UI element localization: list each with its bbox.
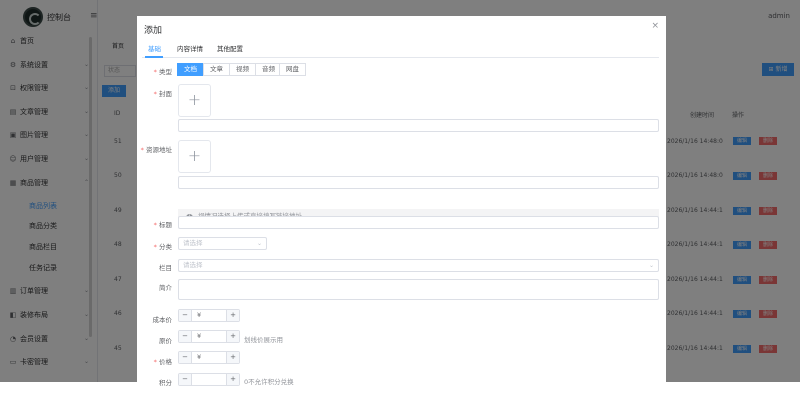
category-select[interactable]: 请选择 ⌄	[178, 237, 267, 250]
points-stepper[interactable]: − +	[178, 373, 240, 386]
column-placeholder: 请选择	[183, 261, 203, 269]
points-note: 0不允许积分兑换	[244, 378, 294, 386]
minus-icon[interactable]: −	[179, 374, 192, 385]
chevron-down-icon: ⌄	[648, 262, 654, 269]
cover-label: * 封面	[153, 90, 172, 98]
minus-icon[interactable]: −	[179, 352, 192, 363]
category-placeholder: 请选择	[183, 239, 203, 247]
plus-icon[interactable]: +	[226, 352, 239, 363]
chevron-down-icon: ⌄	[256, 240, 262, 247]
cost-stepper[interactable]: − ¥ +	[178, 309, 240, 322]
type-option-article[interactable]: 文章	[203, 63, 230, 76]
type-label: * 类型	[153, 68, 172, 76]
cover-upload[interactable]: +	[178, 84, 211, 117]
title-label: * 标题	[153, 221, 172, 229]
tab-indicator	[145, 56, 163, 58]
resource-label: * 资源地址	[140, 146, 172, 154]
price-label: * 价格	[153, 358, 172, 366]
resource-label-text: 资源地址	[146, 146, 172, 154]
points-label-text: 积分	[159, 379, 172, 387]
price-label-text: 价格	[159, 358, 172, 366]
original-label: 原价	[137, 335, 172, 345]
original-note: 划线价展示用	[244, 336, 283, 344]
original-label-text: 原价	[159, 337, 172, 345]
type-option-audio[interactable]: 音频	[255, 63, 282, 76]
price-stepper[interactable]: − ¥ +	[178, 351, 240, 364]
category-label: * 分类	[153, 243, 172, 251]
close-icon[interactable]: ×	[651, 21, 659, 31]
type-label-text: 类型	[159, 68, 172, 76]
plus-icon: +	[187, 90, 202, 109]
currency-symbol: ¥	[197, 311, 202, 319]
cover-label-text: 封面	[159, 90, 172, 98]
currency-symbol: ¥	[197, 353, 202, 361]
points-label: 积分	[137, 377, 172, 387]
currency-symbol: ¥	[197, 332, 202, 340]
minus-icon[interactable]: −	[179, 331, 192, 342]
resource-url-input[interactable]	[178, 176, 659, 189]
title-label-text: 标题	[159, 221, 172, 229]
plus-icon[interactable]: +	[226, 374, 239, 385]
intro-label: 简介	[137, 282, 172, 292]
cost-label-text: 成本价	[152, 316, 173, 324]
original-stepper[interactable]: − ¥ +	[178, 330, 240, 343]
minus-icon[interactable]: −	[179, 310, 192, 321]
type-option-video[interactable]: 视频	[229, 63, 256, 76]
cost-label: 成本价	[137, 314, 173, 324]
tab-basic[interactable]: 基础	[148, 44, 161, 54]
tab-other[interactable]: 其他配置	[217, 44, 243, 54]
type-option-doc[interactable]: 文档	[177, 63, 204, 76]
plus-icon: +	[187, 146, 202, 165]
intro-label-text: 简介	[159, 284, 172, 292]
plus-icon[interactable]: +	[226, 310, 239, 321]
add-dialog: 添加 × 基础 内容详情 其他配置 * 类型 文档 文章 视频 音频 网盘 * …	[137, 16, 666, 396]
category-label-text: 分类	[159, 243, 172, 251]
resource-upload[interactable]: +	[178, 140, 211, 173]
plus-icon[interactable]: +	[226, 331, 239, 342]
column-label-text: 栏目	[159, 264, 172, 272]
dialog-tabs: 基础 内容详情 其他配置	[142, 44, 659, 58]
dialog-title: 添加	[144, 26, 163, 36]
cover-url-input[interactable]	[178, 119, 659, 132]
column-select[interactable]: 请选择 ⌄	[178, 259, 659, 272]
tab-content[interactable]: 内容详情	[177, 44, 203, 54]
column-label: 栏目	[137, 262, 172, 272]
type-option-disk[interactable]: 网盘	[279, 63, 306, 76]
intro-textarea[interactable]	[178, 279, 659, 300]
title-input[interactable]	[178, 216, 659, 229]
